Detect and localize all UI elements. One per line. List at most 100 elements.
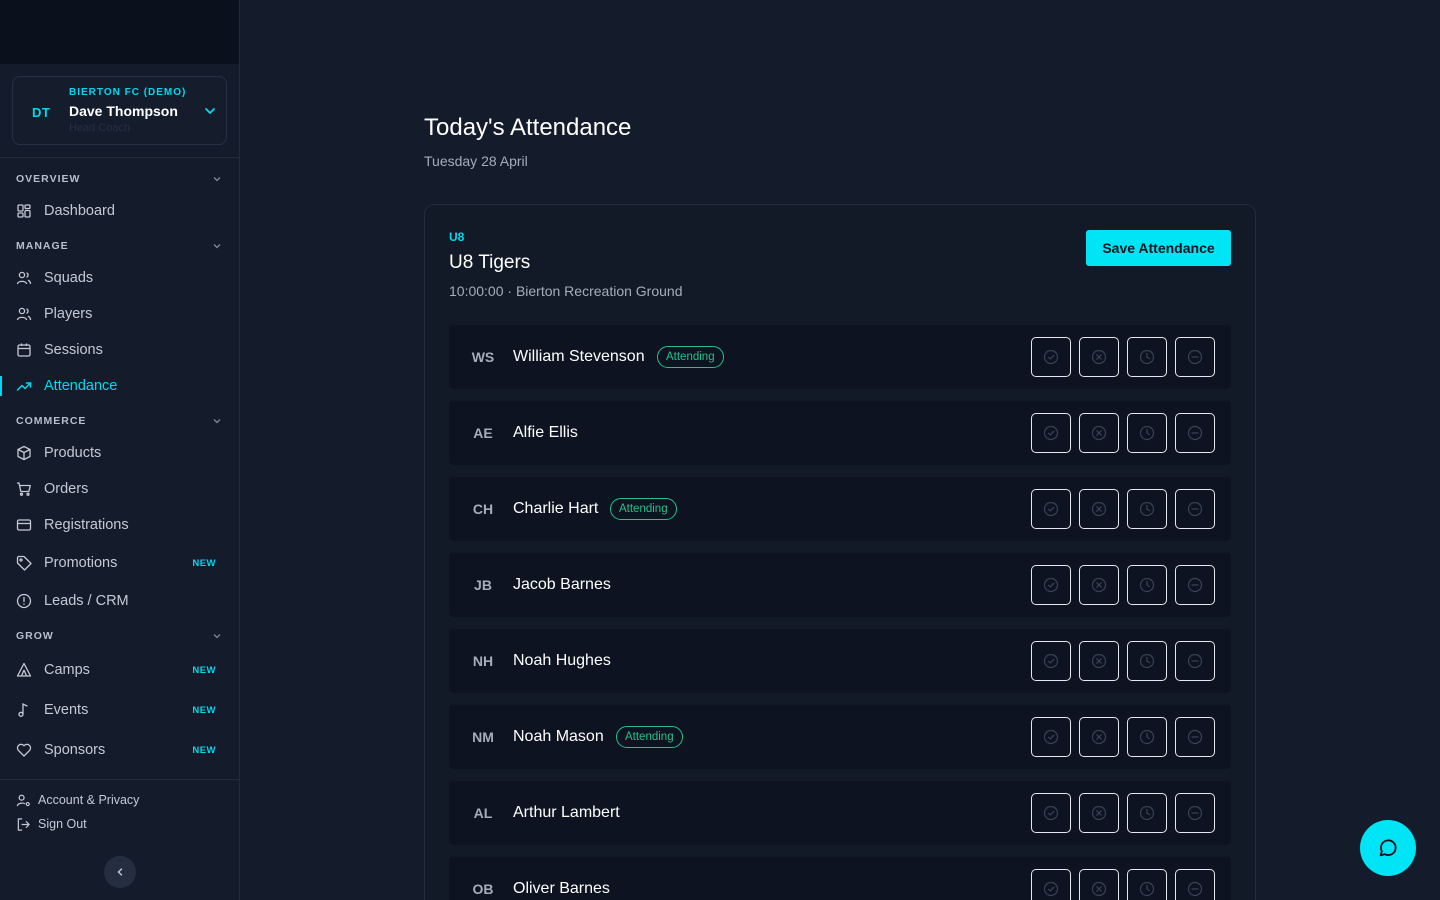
sidebar-item-label: Orders <box>44 481 89 497</box>
mark-absent-button[interactable] <box>1079 869 1119 900</box>
mark-excused-button[interactable] <box>1175 793 1215 833</box>
player-name: Noah Mason <box>513 728 604 745</box>
save-attendance-button[interactable]: Save Attendance <box>1086 230 1231 266</box>
present-icon <box>1043 577 1059 593</box>
mark-excused-button[interactable] <box>1175 413 1215 453</box>
late-clock-icon <box>1139 501 1155 517</box>
chevron-down-icon <box>205 108 215 114</box>
player-row: OB Oliver Barnes <box>449 857 1231 900</box>
mark-late-button[interactable] <box>1127 717 1167 757</box>
section-title: MANAGE <box>16 240 69 252</box>
mark-late-button[interactable] <box>1127 641 1167 681</box>
section-manage[interactable]: MANAGE <box>16 240 222 254</box>
mark-excused-button[interactable] <box>1175 337 1215 377</box>
attendance-status-buttons <box>1031 413 1215 453</box>
sidebar-item-orders[interactable]: Orders <box>0 473 239 505</box>
mark-absent-button[interactable] <box>1079 413 1119 453</box>
new-badge: NEW <box>192 744 216 756</box>
chat-button[interactable] <box>1360 820 1416 876</box>
attending-badge: Attending <box>616 726 683 748</box>
section-title: OVERVIEW <box>16 173 81 185</box>
mark-late-button[interactable] <box>1127 489 1167 529</box>
sidebar-item-attendance[interactable]: Attendance <box>0 370 239 402</box>
attendance-status-buttons <box>1031 793 1215 833</box>
absent-icon <box>1091 425 1107 441</box>
sidebar-item-registrations[interactable]: Registrations <box>0 509 239 541</box>
attendance-status-buttons <box>1031 489 1215 529</box>
late-clock-icon <box>1139 577 1155 593</box>
late-clock-icon <box>1139 349 1155 365</box>
mark-present-button[interactable] <box>1031 413 1071 453</box>
tent-icon <box>16 662 32 677</box>
excused-icon <box>1187 349 1203 365</box>
mark-late-button[interactable] <box>1127 793 1167 833</box>
mark-late-button[interactable] <box>1127 565 1167 605</box>
account-privacy-link[interactable]: Account & Privacy <box>16 791 139 809</box>
chevron-left-icon <box>117 868 123 876</box>
player-row: WS William Stevenson Attending <box>449 325 1231 389</box>
sidebar-item-label: Registrations <box>44 517 129 533</box>
sidebar-item-events[interactable]: Events NEW <box>0 694 239 726</box>
excused-icon <box>1187 425 1203 441</box>
mark-excused-button[interactable] <box>1175 489 1215 529</box>
late-clock-icon <box>1139 653 1155 669</box>
mark-late-button[interactable] <box>1127 869 1167 900</box>
music-note-icon <box>18 702 28 717</box>
sidebar-item-label: Sponsors <box>44 742 106 758</box>
tag-icon <box>16 555 32 571</box>
section-overview[interactable]: OVERVIEW <box>16 173 222 187</box>
sidebar-item-camps[interactable]: Camps NEW <box>0 654 239 686</box>
attending-badge: Attending <box>610 498 677 520</box>
mark-absent-button[interactable] <box>1079 565 1119 605</box>
mark-absent-button[interactable] <box>1079 489 1119 529</box>
excused-icon <box>1187 501 1203 517</box>
absent-icon <box>1091 501 1107 517</box>
mark-present-button[interactable] <box>1031 565 1071 605</box>
sidebar-item-promotions[interactable]: Promotions NEW <box>0 547 239 579</box>
mark-present-button[interactable] <box>1031 641 1071 681</box>
mark-excused-button[interactable] <box>1175 641 1215 681</box>
sidebar-item-sessions[interactable]: Sessions <box>0 334 239 366</box>
chevron-down-icon <box>213 244 221 249</box>
sidebar-item-label: Promotions <box>44 555 118 571</box>
mark-late-button[interactable] <box>1127 337 1167 377</box>
grid-icon <box>17 204 31 218</box>
sign-out-link[interactable]: Sign Out <box>16 815 87 833</box>
player-initials: OB <box>472 881 494 897</box>
sidebar-item-players[interactable]: Players <box>0 298 239 330</box>
player-name: Arthur Lambert <box>513 804 620 821</box>
sidebar-item-dashboard[interactable]: Dashboard <box>0 195 239 227</box>
squad-age-group: U8 <box>449 230 465 244</box>
new-badge: NEW <box>192 664 216 676</box>
sidebar-item-sponsors[interactable]: Sponsors NEW <box>0 734 239 766</box>
mark-present-button[interactable] <box>1031 337 1071 377</box>
mark-absent-button[interactable] <box>1079 717 1119 757</box>
attending-badge: Attending <box>657 346 724 368</box>
users-icon <box>16 271 32 285</box>
mark-present-button[interactable] <box>1031 489 1071 529</box>
mark-present-button[interactable] <box>1031 793 1071 833</box>
mark-excused-button[interactable] <box>1175 565 1215 605</box>
section-commerce[interactable]: COMMERCE <box>16 415 222 429</box>
section-grow[interactable]: GROW <box>16 630 222 644</box>
sidebar-item-leads-crm[interactable]: Leads / CRM <box>0 585 239 617</box>
mark-excused-button[interactable] <box>1175 717 1215 757</box>
user-switcher[interactable]: DT BIERTON FC (DEMO) Dave Thompson Head … <box>12 76 227 145</box>
collapse-sidebar-button[interactable] <box>104 856 136 888</box>
page-date: Tuesday 28 April <box>424 153 528 169</box>
mark-excused-button[interactable] <box>1175 869 1215 900</box>
new-badge: NEW <box>192 557 216 569</box>
section-title: COMMERCE <box>16 415 87 427</box>
mark-absent-button[interactable] <box>1079 337 1119 377</box>
excused-icon <box>1187 805 1203 821</box>
mark-absent-button[interactable] <box>1079 793 1119 833</box>
mark-absent-button[interactable] <box>1079 641 1119 681</box>
mark-present-button[interactable] <box>1031 717 1071 757</box>
sidebar-item-squads[interactable]: Squads <box>0 262 239 294</box>
mark-present-button[interactable] <box>1031 869 1071 900</box>
users-icon <box>16 307 32 321</box>
chat-bubble-icon <box>1379 839 1397 857</box>
new-badge: NEW <box>192 704 216 716</box>
mark-late-button[interactable] <box>1127 413 1167 453</box>
sidebar-item-products[interactable]: Products <box>0 437 239 469</box>
